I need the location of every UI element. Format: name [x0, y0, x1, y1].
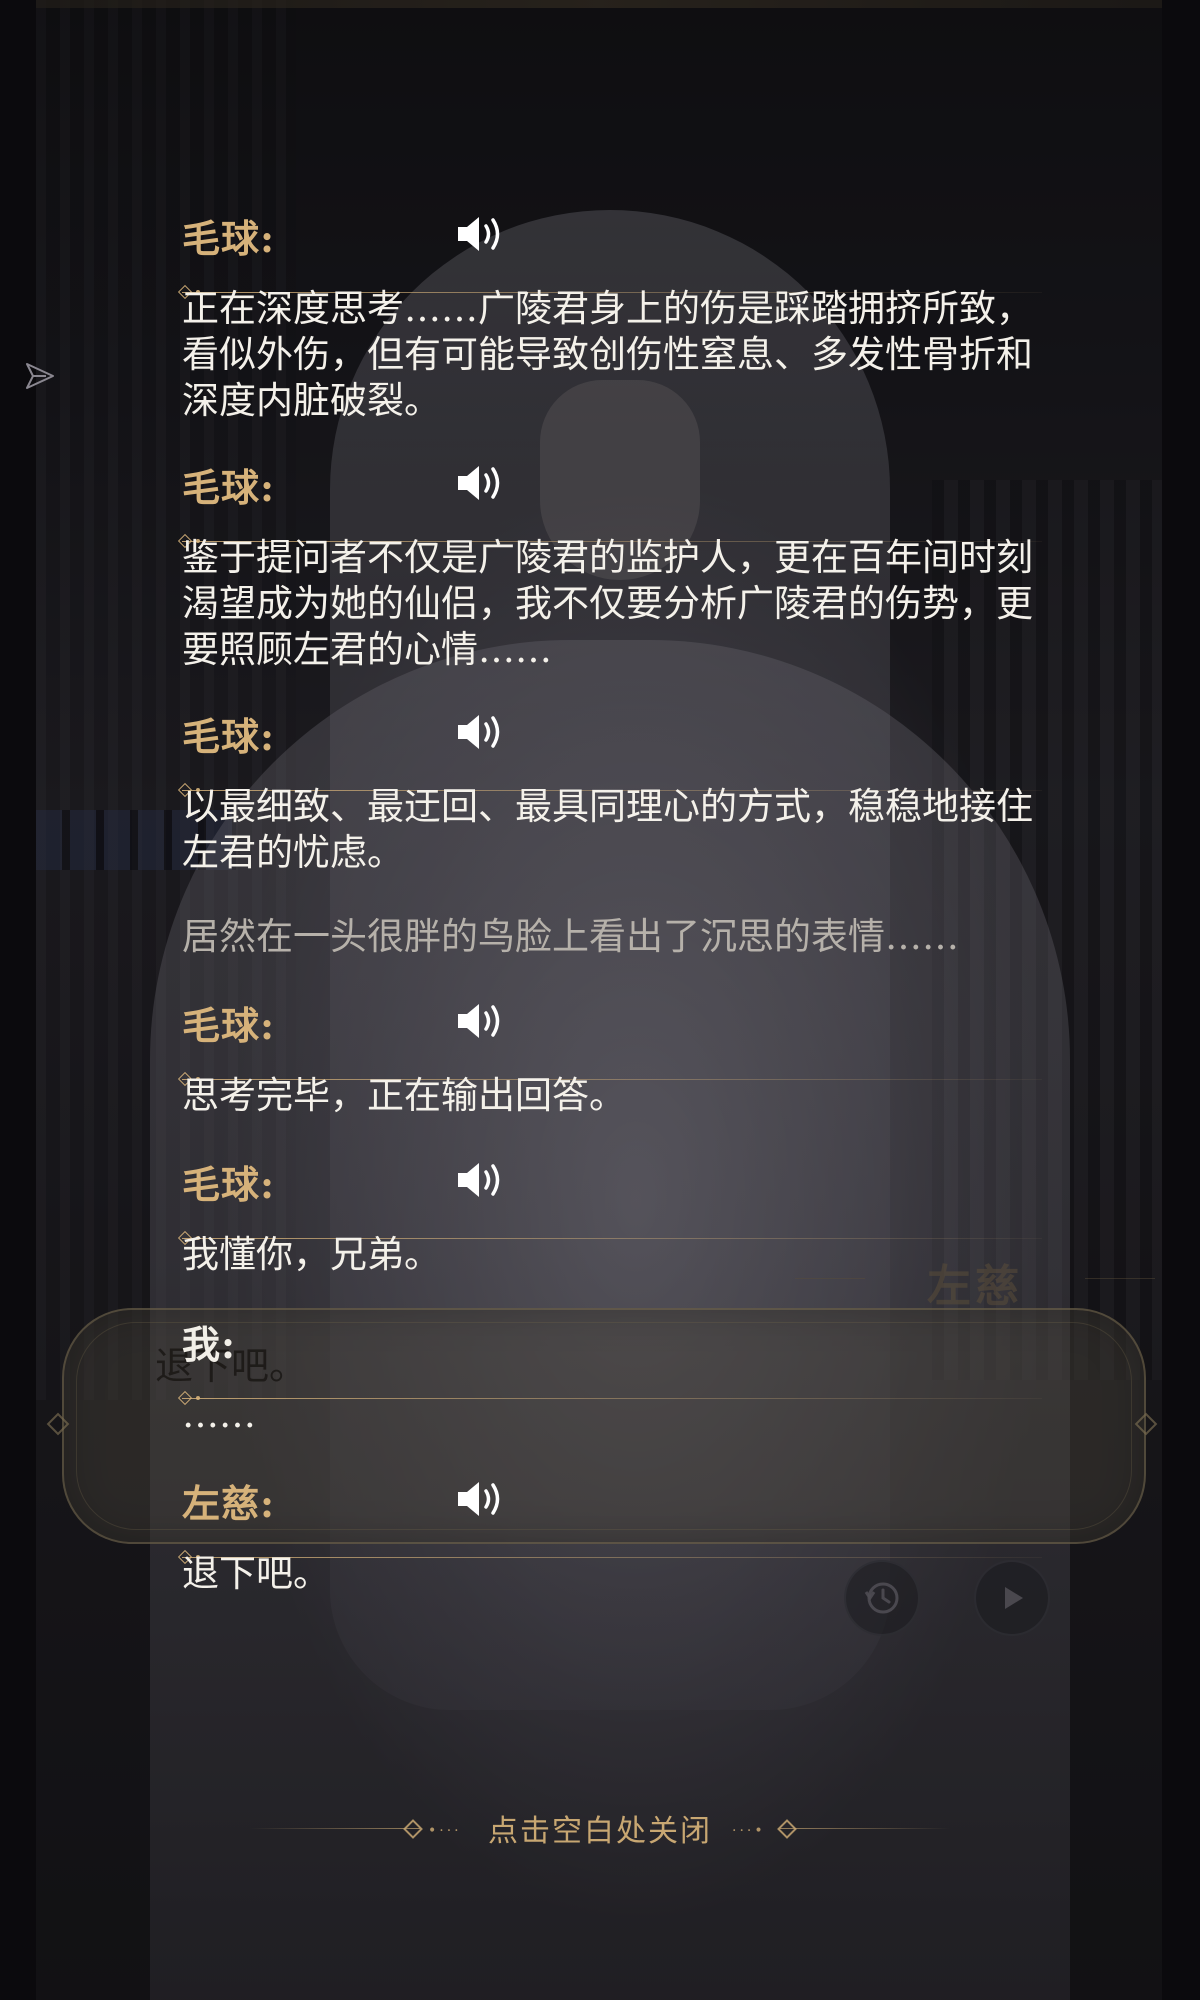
close-hint-text: 点击空白处关闭	[488, 1814, 712, 1849]
voice-replay-button[interactable]	[454, 212, 510, 256]
speaker-volume-icon	[458, 217, 500, 251]
log-entry: 毛球: 鉴于提问者不仅是广陵君的监护人，更在百年间时刻渴望成为她的仙侣，我不仅要…	[177, 455, 1042, 671]
log-entry: 毛球: 正在深度思考……广陵君身上的伤是踩踏拥挤所致，看似外伤，但有可能导致创伤…	[177, 206, 1042, 422]
voice-replay-button[interactable]	[454, 999, 510, 1043]
entry-text: 退下吧。	[182, 1552, 330, 1595]
speaker-volume-icon	[458, 466, 500, 500]
speaker-name: 左慈:	[182, 1481, 276, 1526]
hint-dots-right: ···•	[732, 1823, 766, 1839]
log-entry: 毛球: 思考完毕，正在输出回答。	[177, 993, 1042, 1117]
speaker-name: 毛球:	[182, 216, 276, 261]
entry-text: 正在深度思考……广陵君身上的伤是踩踏拥挤所致，看似外伤，但有可能导致创伤性窒息、…	[182, 287, 1033, 422]
share-button[interactable]	[24, 360, 56, 392]
voice-replay-button[interactable]	[454, 710, 510, 754]
log-entry: 毛球: 我懂你，兄弟。	[177, 1152, 1042, 1276]
speaker-volume-icon	[458, 1482, 500, 1516]
voice-replay-button[interactable]	[454, 1477, 510, 1521]
speaker-name: 毛球:	[182, 714, 276, 759]
speaker-volume-icon	[458, 715, 500, 749]
log-entry: 我: ……	[177, 1312, 1042, 1436]
speaker-name: 毛球:	[182, 465, 276, 510]
entry-text: 鉴于提问者不仅是广陵君的监护人，更在百年间时刻渴望成为她的仙侣，我不仅要分析广陵…	[182, 536, 1033, 671]
entry-text: ……	[182, 1393, 256, 1436]
entry-text: 我懂你，兄弟。	[182, 1233, 441, 1276]
log-entry: 左慈: 退下吧。	[177, 1471, 1042, 1595]
narration-text: 居然在一头很胖的鸟脸上看出了沉思的表情……	[182, 915, 959, 958]
speaker-volume-icon	[458, 1163, 500, 1197]
voice-replay-button[interactable]	[454, 461, 510, 505]
speaker-name: 毛球:	[182, 1162, 276, 1207]
hint-ornament-right	[780, 1828, 950, 1829]
speaker-name: 我:	[182, 1322, 237, 1367]
speaker-name: 毛球:	[182, 1003, 276, 1048]
speaker-volume-icon	[458, 1004, 500, 1038]
voice-replay-button[interactable]	[454, 1158, 510, 1202]
share-arrow-icon	[26, 363, 54, 389]
entry-text: 以最细致、最迂回、最具同理心的方式，稳稳地接住左君的忧虑。	[182, 785, 1033, 874]
game-screen[interactable]: 左慈 退下吧。 毛球: 正在深度思考……广陵君身上的伤是踩踏拥挤所致，看似外伤，…	[0, 0, 1200, 2000]
entry-text: 思考完毕，正在输出回答。	[182, 1074, 626, 1117]
close-hint[interactable]: 点击空白处关闭	[0, 1806, 1200, 1856]
log-entry: 毛球: 以最细致、最迂回、最具同理心的方式，稳稳地接住左君的忧虑。	[177, 704, 1042, 874]
